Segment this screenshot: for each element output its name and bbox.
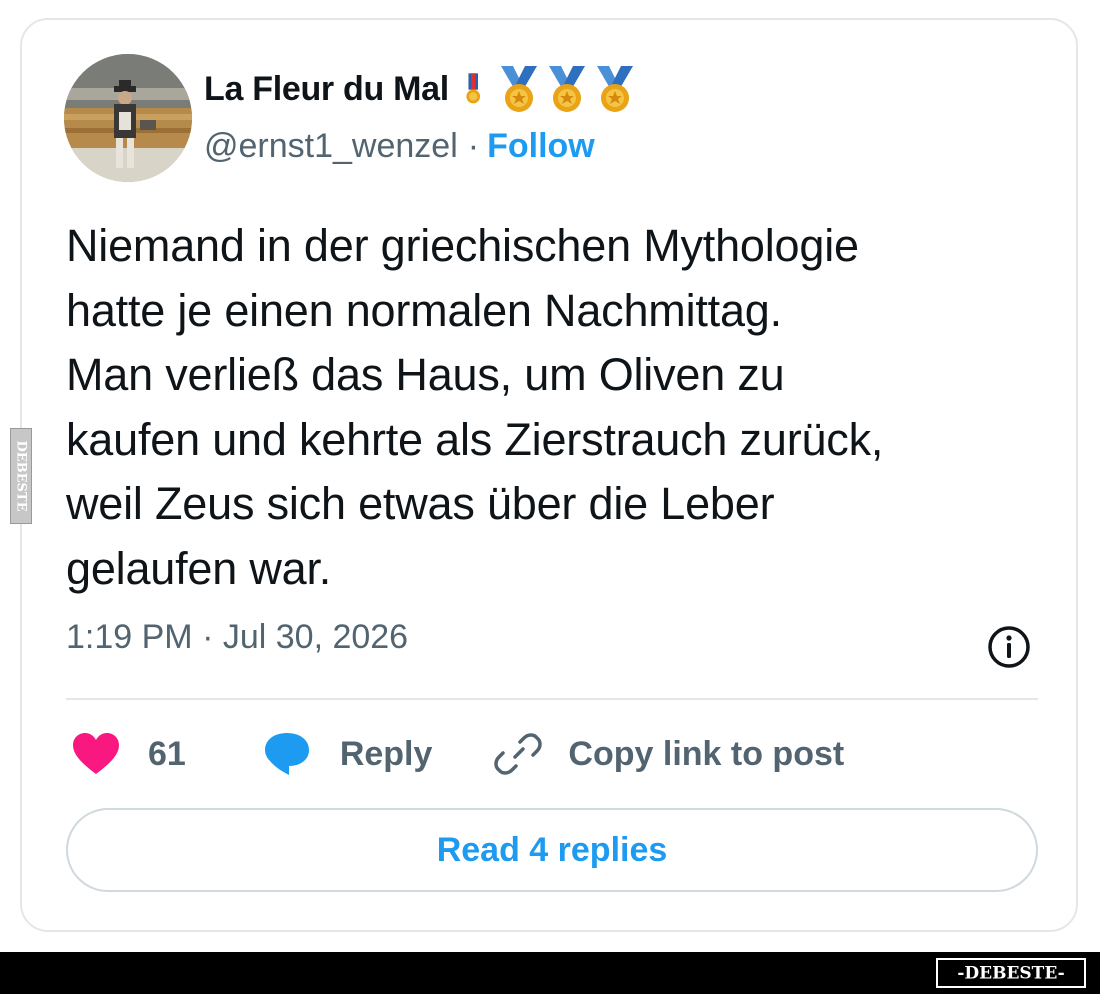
read-replies-label: Read 4 replies xyxy=(436,830,668,869)
user-handle[interactable]: @ernst1_wenzel xyxy=(204,127,458,166)
side-watermark: DEBESTE xyxy=(10,428,32,524)
post-text-line: hatte je einen normalen Nachmittag. xyxy=(66,284,782,336)
separator-dot: · xyxy=(467,126,480,165)
info-icon[interactable] xyxy=(986,624,1032,670)
display-name[interactable]: La Fleur du Mal xyxy=(204,70,449,109)
action-bar: 61 Reply Copy link to post xyxy=(70,726,844,782)
speech-bubble-icon xyxy=(264,733,309,775)
post-text-line: weil Zeus sich etwas über die Leber xyxy=(66,478,775,529)
copy-link-button[interactable]: Copy link to post xyxy=(494,730,844,778)
embedded-post-card: La Fleur du Mal @ernst1_wenzel · Follow … xyxy=(20,18,1078,932)
post-text-line: gelaufen war. xyxy=(66,542,332,594)
reply-button[interactable]: Reply xyxy=(262,729,433,779)
side-watermark-text: DEBESTE xyxy=(14,440,29,511)
post-text-line: Man verließ das Haus, um Oliven zu xyxy=(66,349,785,400)
copy-link-label: Copy link to post xyxy=(568,734,845,773)
author-name-row: La Fleur du Mal xyxy=(204,64,637,114)
bottom-watermark-bar: -DEBESTE- xyxy=(0,952,1100,994)
like-button[interactable]: 61 xyxy=(70,731,186,777)
sports-medal-icon xyxy=(548,66,585,112)
reply-label: Reply xyxy=(339,734,433,773)
badges xyxy=(463,64,637,114)
follow-button[interactable]: Follow xyxy=(487,127,595,166)
military-medal-icon xyxy=(466,73,480,104)
bottom-watermark-text: -DEBESTE- xyxy=(957,964,1064,984)
page: La Fleur du Mal @ernst1_wenzel · Follow … xyxy=(0,0,1100,994)
post-text: Niemand in der griechischen Mythologie h… xyxy=(66,214,1056,601)
like-count: 61 xyxy=(148,734,186,773)
sports-medal-icon xyxy=(596,66,633,112)
divider xyxy=(66,698,1038,700)
post-text-line: Niemand in der griechischen Mythologie xyxy=(66,220,859,271)
bottom-watermark-logo: -DEBESTE- xyxy=(936,958,1086,988)
handle-row: @ernst1_wenzel · Follow xyxy=(204,124,595,168)
link-icon xyxy=(494,733,543,775)
sports-medal-icon xyxy=(500,66,537,112)
read-replies-button[interactable]: Read 4 replies xyxy=(66,808,1038,892)
side-watermark-logo: DEBESTE xyxy=(14,440,29,511)
heart-icon xyxy=(73,733,119,774)
post-timestamp[interactable]: 1:19 PM · Jul 30, 2026 xyxy=(66,618,408,657)
avatar[interactable] xyxy=(64,54,192,182)
post-text-line: kaufen und kehrte als Zierstrauch zurück… xyxy=(66,413,884,465)
